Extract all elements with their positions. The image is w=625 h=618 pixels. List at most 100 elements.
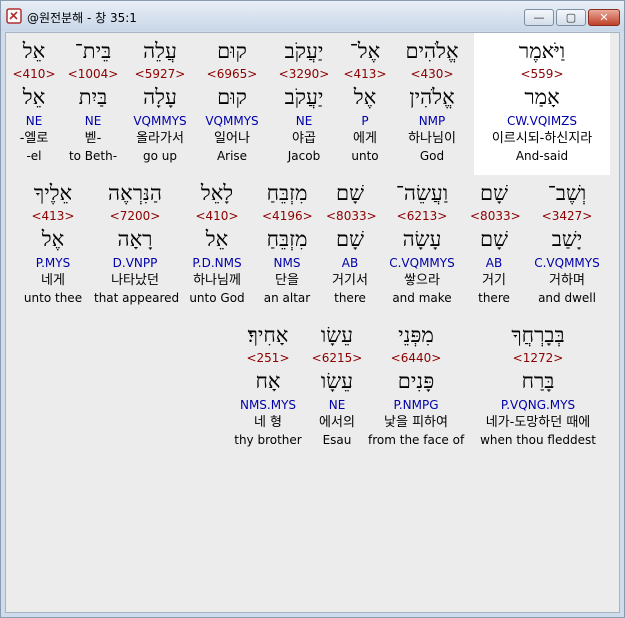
hebrew-word: אֵלֶיךָ: [33, 181, 73, 205]
word-cell[interactable]: בְּבָרְחֲךָ <1272> בָּרַח P.VQNG.MYS 네가-…: [480, 317, 596, 459]
hebrew-word: אֱלֹהִים: [405, 39, 459, 63]
word-cell[interactable]: קוּם <6965> קוּם VQMMYS 일어나 Arise: [201, 33, 263, 175]
word-cell[interactable]: וַעֲשֵׂה־ <6213> עָשָׂה C.VQMMYS 쌓으라 and…: [384, 175, 460, 317]
strong-number[interactable]: <430>: [396, 67, 468, 81]
strong-number[interactable]: <6440>: [374, 351, 458, 365]
morphology: P.D.NMS: [192, 256, 242, 270]
lemma: אֵל: [22, 85, 46, 109]
korean-gloss: 야곱: [292, 131, 316, 146]
word-cell[interactable]: הַנִּרְאֶה <7200> רָאָה D.VNPP 나타났던 that…: [94, 175, 179, 317]
word-cell[interactable]: יַעֲקֹב <3290> יַעֲקֹב NE 야곱 Jacob: [273, 33, 335, 175]
morphology: NE: [25, 114, 43, 128]
strong-number[interactable]: <5927>: [127, 67, 193, 81]
strong-number[interactable]: <7200>: [100, 209, 170, 223]
lemma: שָׁם: [336, 227, 364, 251]
morphology: NMS.MYS: [239, 398, 297, 412]
lemma: קוּם: [217, 85, 247, 109]
english-gloss: there: [478, 291, 510, 305]
word-cell[interactable]: לָאֵל <410> אֵל P.D.NMS 하나님께 unto God: [188, 175, 246, 317]
word-cell[interactable]: מִפְּנֵי <6440> פָּנִים P.NMPG 낯을 피하여 fr…: [368, 317, 464, 459]
korean-gloss: 에게: [353, 131, 377, 146]
verse-row-3: אָחִיךָ׃ <251> אָח NMS.MYS 네 형 thy broth…: [6, 317, 619, 459]
morphology: NMP: [418, 114, 446, 128]
verse-row-2: אֵלֶיךָ <413> אֶל P.MYS 네게 unto thee הַנ…: [6, 175, 619, 317]
english-gloss: And-said: [515, 149, 569, 163]
strong-number[interactable]: <6215>: [310, 351, 364, 365]
strong-number[interactable]: <4196>: [262, 209, 313, 223]
word-cell[interactable]: אֱלֹהִים <430> אֱלֹהִין NMP 하나님이 God: [396, 33, 468, 175]
english-gloss: Esau: [322, 433, 352, 447]
strong-number[interactable]: <410>: [188, 209, 246, 223]
word-cell[interactable]: שָׁם <8033> שָׁם AB 거기 there: [470, 175, 521, 317]
word-cell[interactable]: אָחִיךָ׃ <251> אָח NMS.MYS 네 형 thy broth…: [232, 317, 304, 459]
strong-number[interactable]: <410>: [11, 67, 57, 81]
window-title: @원전분해 - 창 35:1: [27, 11, 137, 25]
lemma: עָלָה: [143, 85, 177, 109]
word-cell[interactable]: בֵּית־ <1004> בַּיִת NE 벧- to Beth-: [63, 33, 123, 175]
word-cell[interactable]: שָׁם <8033> שָׁם AB 거기서 there: [326, 175, 377, 317]
korean-gloss: 에서의: [319, 415, 355, 430]
morphology: P: [361, 114, 369, 128]
english-gloss: and make: [392, 291, 452, 305]
english-gloss: unto thee: [23, 291, 83, 305]
strong-number[interactable]: <8033>: [326, 209, 377, 223]
verse-row-1: אֵל <410> אֵל NE -엘로 -el בֵּית־ <1004> ב…: [6, 33, 619, 175]
strong-number[interactable]: <413>: [342, 67, 388, 81]
lemma: אָמַר: [524, 85, 560, 109]
hebrew-word: מִזְבֵּחַ: [266, 181, 308, 205]
word-cell-selected[interactable]: וַיֹּאמֶר <559> אָמַר CW.VQIMZS 이르시되-하신지…: [474, 33, 610, 175]
lemma: אָח: [255, 369, 281, 393]
word-cell[interactable]: עֲלֵה <5927> עָלָה VQMMYS 올라가서 go up: [127, 33, 193, 175]
korean-gloss: -엘로: [19, 131, 49, 146]
hebrew-word: וְשֶׁב־: [547, 181, 587, 205]
morphology: VQMMYS: [205, 114, 259, 128]
hebrew-word: הַנִּרְאֶה: [108, 181, 162, 205]
close-button[interactable]: ✕: [588, 9, 620, 26]
app-window: @원전분해 - 창 35:1 — ▢ ✕ אֵל <410> אֵל NE -엘…: [0, 0, 625, 618]
hebrew-word: אָחִיךָ׃: [247, 323, 289, 347]
title-bar[interactable]: @원전분해 - 창 35:1 — ▢ ✕: [1, 1, 624, 31]
strong-number[interactable]: <6965>: [201, 67, 263, 81]
hebrew-word: וַעֲשֵׂה־: [395, 181, 449, 205]
strong-number[interactable]: <251>: [232, 351, 304, 365]
word-cell[interactable]: מִזְבֵּחַ <4196> מִזְבֵּחַ NMS 단을 an alt…: [262, 175, 313, 317]
morphology: P.VQNG.MYS: [500, 398, 576, 412]
strong-number[interactable]: <1004>: [63, 67, 123, 81]
morphology: C.VQMMYS: [534, 256, 600, 270]
word-cell[interactable]: אֶל־ <413> אֶל P 에게 unto: [342, 33, 388, 175]
word-cell[interactable]: עֵשָׂו <6215> עֵשָׂו NE 에서의 Esau: [310, 317, 364, 459]
english-gloss: an altar: [263, 291, 311, 305]
korean-gloss: 단을: [275, 273, 299, 288]
strong-number[interactable]: <8033>: [470, 209, 521, 223]
strong-number[interactable]: <413>: [26, 209, 80, 223]
lemma: יַעֲקֹב: [284, 85, 324, 109]
strong-number[interactable]: <6213>: [384, 209, 460, 223]
lemma: עָשָׂה: [402, 227, 442, 251]
english-gloss: unto: [351, 149, 379, 163]
maximize-button[interactable]: ▢: [556, 9, 586, 26]
word-cell[interactable]: אֵלֶיךָ <413> אֶל P.MYS 네게 unto thee: [24, 175, 82, 317]
lemma: אֶל: [353, 85, 377, 109]
english-gloss: there: [334, 291, 366, 305]
hebrew-word: שָׁם: [336, 181, 364, 205]
strong-number[interactable]: <1272>: [482, 351, 594, 365]
english-gloss: -el: [26, 149, 42, 163]
word-cell[interactable]: אֵל <410> אֵל NE -엘로 -el: [11, 33, 57, 175]
hebrew-word: מִפְּנֵי: [398, 323, 434, 347]
morphology: NE: [328, 398, 346, 412]
minimize-button[interactable]: —: [524, 9, 554, 26]
hebrew-word: אֶל־: [349, 39, 381, 63]
word-cell[interactable]: וְשֶׁב־ <3427> יָשַׁב C.VQMMYS 거하며 and d…: [530, 175, 604, 317]
english-gloss: and dwell: [538, 291, 596, 305]
lemma: בַּיִת: [78, 85, 108, 109]
minimize-icon: —: [533, 11, 545, 24]
morphology: D.VNPP: [112, 256, 158, 270]
english-gloss: go up: [143, 149, 177, 163]
morphology: VQMMYS: [133, 114, 187, 128]
strong-number[interactable]: <3290>: [273, 67, 335, 81]
strong-number[interactable]: <3427>: [530, 209, 604, 223]
korean-gloss: 거기: [482, 273, 506, 288]
strong-number[interactable]: <559>: [474, 67, 610, 81]
hebrew-word: לָאֵל: [200, 181, 234, 205]
morphology: CW.VQIMZS: [506, 114, 578, 128]
